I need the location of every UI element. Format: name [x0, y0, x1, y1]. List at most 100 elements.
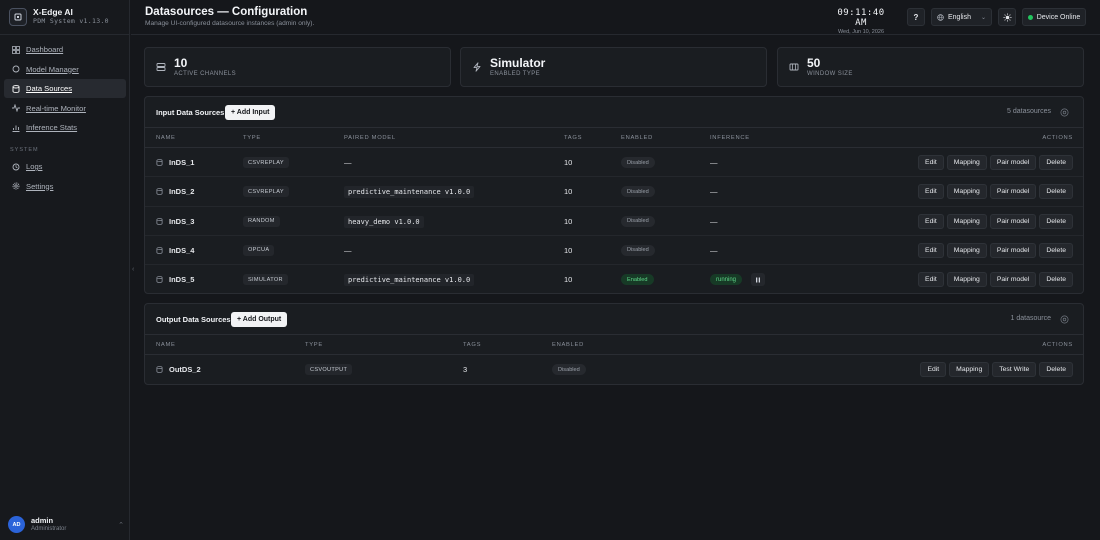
test-write-button[interactable]: Test Write — [992, 362, 1037, 377]
bolt-icon — [472, 62, 482, 74]
top-bar: Datasources — Configuration Manage UI-co… — [131, 0, 1100, 35]
delete-button[interactable]: Delete — [1039, 272, 1073, 288]
input-data-sources-panel: Input Data Sources + Add Input 5 datasou… — [144, 96, 1084, 294]
theme-toggle[interactable] — [998, 8, 1016, 26]
sidebar: X-Edge AI PDM System v1.13.0 Dashboard M… — [0, 0, 130, 540]
column-header: TAGS — [463, 342, 482, 348]
datasource-name: OutDS_2 — [156, 365, 201, 374]
mapping-button[interactable]: Mapping — [946, 155, 987, 170]
sidebar-item-model-manager[interactable]: Model Manager — [4, 60, 126, 79]
help-button[interactable]: ? — [907, 8, 925, 26]
mapping-button[interactable]: Mapping — [946, 184, 987, 200]
datasource-name: InDS_1 — [156, 158, 194, 167]
pair-model-button[interactable]: Pair model — [989, 155, 1037, 170]
column-header: TYPE — [305, 342, 323, 348]
paired-model: — — [344, 245, 352, 255]
add-input-button[interactable]: + Add Input — [225, 105, 276, 120]
server-icon — [156, 62, 166, 74]
sidebar-item-label: Dashboard — [26, 45, 64, 54]
edit-button[interactable]: Edit — [918, 213, 944, 229]
clock-time: 09:11:40 AM — [837, 8, 885, 28]
user-menu[interactable]: AD admin Administrator ⌃ — [8, 516, 124, 533]
stat-label: ENABLED TYPE — [490, 71, 541, 77]
chip-icon — [9, 7, 27, 26]
database-icon — [156, 366, 163, 373]
table-row: InDS_2 CSVREPLAY predictive_maintenance … — [145, 177, 1083, 207]
paired-model: predictive_maintenance v1.0.0 — [344, 274, 475, 287]
sidebar-item-label: Model Manager — [26, 64, 79, 74]
sidebar-item-real-time-monitor[interactable]: Real-time Monitor — [4, 99, 126, 118]
column-header: ENABLED — [552, 342, 584, 348]
stat-label: WINDOW SIZE — [807, 71, 853, 77]
datasource-count: 1 datasource — [1010, 315, 1051, 322]
gear-icon — [11, 182, 20, 191]
panel-title: Output Data Sources — [156, 315, 231, 324]
mapping-button[interactable]: Mapping — [946, 242, 987, 258]
edit-button[interactable]: Edit — [918, 155, 944, 170]
row-name: InDS_5 — [169, 275, 195, 285]
enabled-status-badge: Disabled — [552, 364, 586, 375]
window-icon — [789, 62, 799, 74]
delete-button[interactable]: Delete — [1039, 213, 1073, 229]
enabled-status-badge: Enabled — [621, 274, 654, 286]
stat-card-enabled-type: Simulator ENABLED TYPE — [460, 47, 767, 87]
edit-button[interactable]: Edit — [918, 184, 944, 200]
table-row: InDS_3 RANDOM heavy_demo v1.0.0 10 Disab… — [145, 207, 1083, 236]
type-badge: SIMULATOR — [243, 274, 288, 286]
column-header: TYPE — [243, 135, 261, 141]
datasource-count: 5 datasources — [1007, 108, 1051, 115]
column-header: NAME — [156, 135, 176, 141]
delete-button[interactable]: Delete — [1039, 155, 1073, 170]
table-header: NAME TYPE PAIRED MODEL TAGS ENABLED INFE… — [145, 128, 1083, 148]
app-version: PDM System v1.13.0 — [33, 17, 109, 25]
mapping-button[interactable]: Mapping — [946, 213, 987, 229]
activity-icon — [11, 104, 20, 113]
mapping-button[interactable]: Mapping — [949, 362, 990, 377]
edit-button[interactable]: Edit — [920, 362, 947, 377]
pair-model-button[interactable]: Pair model — [989, 213, 1037, 229]
type-badge: CSVREPLAY — [243, 157, 289, 168]
sidebar-item-label: Data Sources — [26, 84, 73, 93]
mapping-button[interactable]: Mapping — [946, 272, 987, 288]
database-icon — [156, 276, 163, 284]
delete-button[interactable]: Delete — [1039, 362, 1073, 377]
sidebar-item-inference-stats[interactable]: Inference Stats — [4, 118, 126, 137]
delete-button[interactable]: Delete — [1039, 242, 1073, 258]
sidebar-item-dashboard[interactable]: Dashboard — [4, 40, 126, 59]
inference-status: — — [710, 187, 718, 197]
sidebar-item-settings[interactable]: Settings — [4, 177, 126, 196]
globe-icon — [937, 13, 944, 21]
tags-count: 10 — [564, 216, 573, 226]
settings-icon[interactable] — [1057, 105, 1071, 119]
sidebar-item-data-sources[interactable]: Data Sources — [4, 79, 126, 98]
tags-count: 10 — [564, 158, 573, 167]
settings-icon[interactable] — [1057, 312, 1071, 326]
paired-model: — — [344, 158, 352, 167]
stat-card-active-channels: 10 ACTIVE CHANNELS — [144, 47, 451, 87]
delete-button[interactable]: Delete — [1039, 184, 1073, 200]
pair-model-button[interactable]: Pair model — [989, 272, 1037, 288]
panel-title: Input Data Sources — [156, 108, 225, 117]
language-select[interactable]: English ⌄ — [931, 8, 992, 26]
inference-status: — — [710, 245, 718, 255]
sidebar-item-logs[interactable]: Logs — [4, 157, 126, 176]
user-role: Administrator — [31, 526, 67, 532]
tags-count: 10 — [564, 275, 573, 285]
row-name: InDS_4 — [169, 245, 195, 255]
enabled-status-badge: Disabled — [621, 215, 655, 227]
pair-model-button[interactable]: Pair model — [989, 242, 1037, 258]
add-output-button[interactable]: + Add Output — [231, 312, 288, 327]
paired-model: predictive_maintenance v1.0.0 — [344, 186, 475, 199]
datasource-name: InDS_3 — [156, 217, 194, 226]
datasource-name: InDS_5 — [156, 275, 194, 284]
table-row: InDS_1 CSVREPLAY — 10 Disabled — Edit Ma… — [145, 148, 1083, 178]
pair-model-button[interactable]: Pair model — [989, 184, 1037, 200]
tags-count: 10 — [564, 245, 573, 255]
database-icon — [11, 84, 20, 93]
database-icon — [156, 247, 163, 254]
collapse-sidebar-icon[interactable]: ‹ — [132, 266, 134, 273]
edit-button[interactable]: Edit — [918, 242, 944, 258]
database-icon — [156, 217, 163, 225]
edit-button[interactable]: Edit — [918, 272, 944, 288]
pause-icon[interactable] — [751, 273, 765, 287]
